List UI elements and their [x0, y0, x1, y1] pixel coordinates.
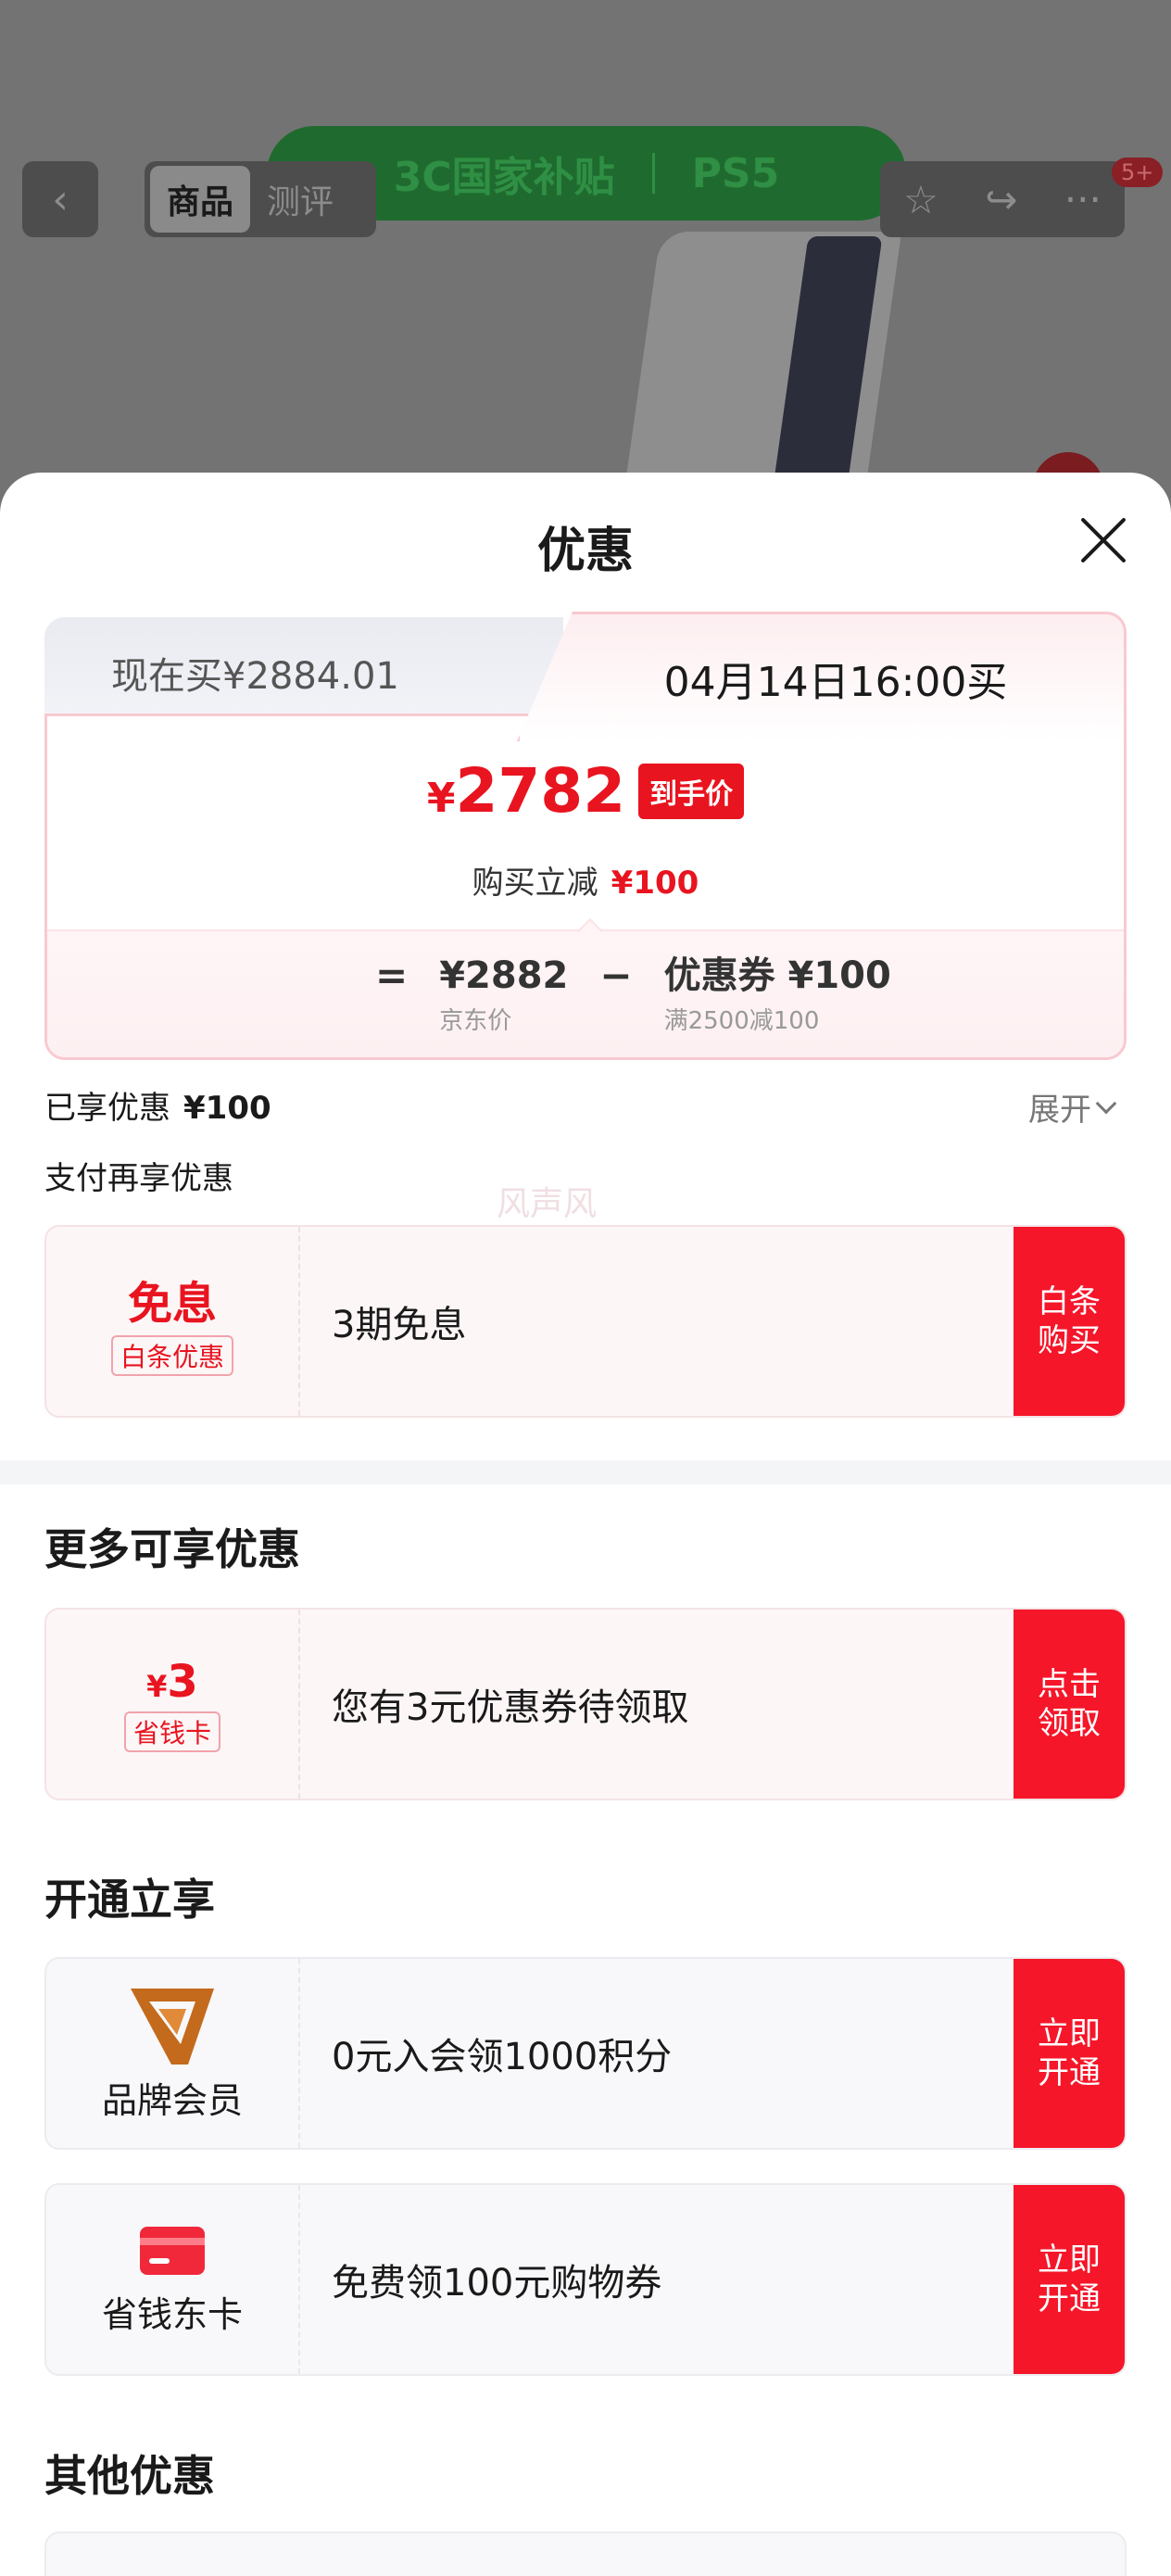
- brand-member-text: 0元入会领1000积分: [332, 2036, 673, 2078]
- star-icon[interactable]: ☆: [903, 177, 938, 222]
- brand-member-logo-icon: [131, 1988, 214, 2065]
- claim-coupon-button[interactable]: 点击 领取: [1014, 1610, 1125, 1799]
- final-price-row: ¥2782 到手价: [47, 755, 1124, 827]
- final-price-tag: 到手价: [638, 763, 745, 819]
- enjoyed-value: ¥100: [183, 1090, 271, 1127]
- equals-sign: =: [375, 953, 409, 998]
- tab-buy-later-label: 04月14日16:00买: [663, 658, 1008, 706]
- jd-price: ¥2882 京东价: [439, 950, 568, 1036]
- enjoyed-discount: 已享优惠 ¥100: [44, 1082, 271, 1128]
- tab-buy-now-label: 现在买¥2884.01: [111, 655, 399, 698]
- back-icon: ‹: [52, 175, 69, 223]
- banner-right-text: PS5: [691, 149, 780, 197]
- coupon-rule: 满2500减100: [663, 1007, 820, 1035]
- other-discounts-title: 其他优惠: [44, 2451, 215, 2501]
- card-icon: [140, 2226, 205, 2275]
- saver-coupon-badge: ¥3 省钱卡: [46, 1610, 300, 1799]
- saver-coupon-tag: 省钱卡: [123, 1711, 220, 1752]
- expand-toggle[interactable]: 展开: [1028, 1084, 1117, 1130]
- saver-coupon-text: 您有3元优惠券待领取: [332, 1686, 689, 1729]
- saver-coupon-amount: ¥3: [146, 1656, 198, 1708]
- reduction-label: 购买立减: [472, 865, 598, 902]
- final-price: ¥2782: [426, 755, 626, 827]
- enjoyed-label: 已享优惠: [44, 1090, 170, 1127]
- price-formula: = ¥2882 京东价 − 优惠券 ¥100 满2500减100: [375, 950, 891, 1036]
- chevron-down-icon: [1095, 1092, 1117, 1114]
- pay-discount-title: 支付再享优惠: [44, 1160, 233, 1197]
- share-icon[interactable]: ↪: [985, 177, 1017, 222]
- back-button[interactable]: ‹: [22, 161, 98, 237]
- price-card-body: = ¥2882 京东价 − 优惠券 ¥100 满2500减100 ¥2782 到…: [44, 713, 1127, 1060]
- more-icon[interactable]: ···: [1064, 177, 1102, 222]
- message-badge: 5+: [1112, 158, 1164, 187]
- tab-buy-now[interactable]: 现在买¥2884.01: [44, 617, 563, 728]
- price-formula-area: = ¥2882 京东价 − 优惠券 ¥100 满2500减100: [47, 929, 1124, 1057]
- sheet-title: 优惠: [536, 524, 634, 579]
- tab-buy-later[interactable]: 04月14日16:00买: [517, 612, 1127, 741]
- saver-coupon-promo: ¥3 省钱卡 您有3元优惠券待领取 点击 领取: [44, 1608, 1127, 1800]
- more-discounts-title: 更多可享优惠: [44, 1524, 300, 1574]
- banner-separator: [651, 153, 655, 194]
- brand-member-badge: 品牌会员: [46, 1959, 300, 2148]
- baitiao-promo: 免息 白条优惠 3期免息 白条 购买: [44, 1225, 1127, 1418]
- jd-price-label: 京东价: [439, 1007, 512, 1035]
- minus-sign: −: [599, 953, 633, 998]
- brand-member-promo: 品牌会员 0元入会领1000积分 立即 开通: [44, 1957, 1127, 2150]
- saver-card-text: 免费领100元购物券: [332, 2262, 662, 2305]
- discount-sheet: 优惠 现在买¥2884.01 = ¥2882 京东价 − 优惠券 ¥100 满2…: [0, 473, 1171, 2576]
- top-tabs: 商品 测评: [145, 161, 376, 237]
- other-discount-card: [44, 2532, 1127, 2576]
- reduction-value: ¥100: [611, 865, 699, 902]
- baitiao-title: 免息: [127, 1278, 217, 1330]
- expand-label: 展开: [1028, 1092, 1091, 1129]
- baitiao-text: 3期免息: [332, 1304, 467, 1346]
- instant-reduction: 购买立减 ¥100: [47, 857, 1124, 903]
- baitiao-badge: 免息 白条优惠: [46, 1227, 300, 1416]
- section-divider: [0, 1460, 1171, 1484]
- baitiao-tag: 白条优惠: [110, 1335, 233, 1376]
- saver-card-badge: 省钱东卡: [46, 2185, 300, 2374]
- saver-card-name: 省钱东卡: [101, 2293, 243, 2335]
- baitiao-buy-button[interactable]: 白条 购买: [1014, 1227, 1125, 1416]
- saver-card-promo: 省钱东卡 免费领100元购物券 立即 开通: [44, 2183, 1127, 2376]
- top-actions: ☆ ↪ ···: [880, 161, 1125, 237]
- background-product-page: 3C国家补贴 PS5 ‹ 商品 测评 ☆ ↪ ··· 5+: [0, 0, 1171, 519]
- coupon-deduction: 优惠券 ¥100 满2500减100: [664, 950, 891, 1036]
- open-brand-member-button[interactable]: 立即 开通: [1014, 1959, 1125, 2148]
- coupon-value: 优惠券 ¥100: [663, 954, 891, 997]
- banner-left-text: 3C国家补贴: [393, 154, 615, 201]
- tab-product[interactable]: 商品: [150, 166, 251, 233]
- close-icon[interactable]: [1073, 510, 1134, 571]
- watermark: 风声风: [497, 1185, 598, 1223]
- tab-review[interactable]: 测评: [267, 175, 334, 223]
- brand-member-name: 品牌会员: [101, 2079, 243, 2121]
- price-card: 现在买¥2884.01 = ¥2882 京东价 − 优惠券 ¥100 满2500…: [44, 612, 1127, 1060]
- open-saver-card-button[interactable]: 立即 开通: [1014, 2185, 1125, 2374]
- open-benefits-title: 开通立享: [44, 1875, 215, 1925]
- jd-price-value: ¥2882: [439, 954, 569, 997]
